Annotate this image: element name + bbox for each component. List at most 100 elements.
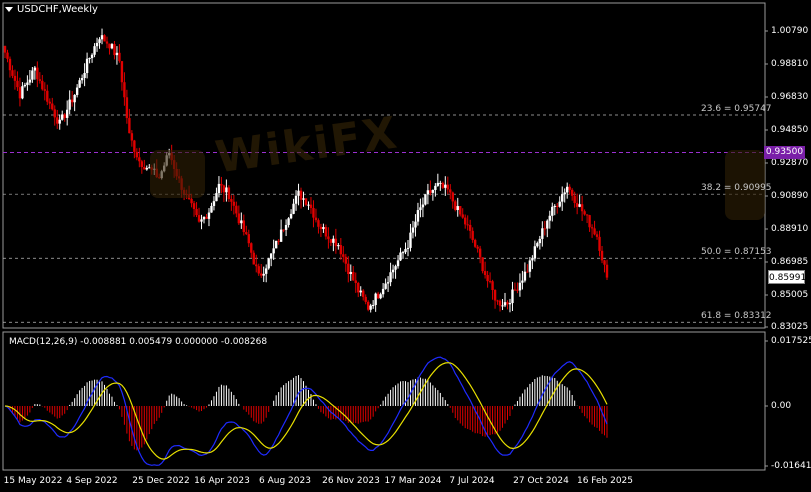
candle-body: [329, 239, 333, 243]
candle-body: [503, 302, 507, 306]
candle-body: [145, 167, 148, 170]
candle-body: [498, 300, 502, 306]
candle-body: [464, 217, 467, 225]
candle-body: [138, 157, 141, 162]
candle-body: [478, 248, 482, 258]
candle-body: [543, 228, 547, 230]
candle-body: [476, 246, 479, 249]
macd-panel-frame: [2, 331, 766, 471]
macd-tick: 0.00: [771, 401, 792, 411]
current-price-badge: 0.85991: [768, 270, 806, 284]
candle-body: [230, 199, 233, 202]
candle-body: [68, 99, 71, 110]
candle-body: [200, 219, 203, 222]
candle-body: [6, 52, 9, 59]
candle-body: [190, 198, 193, 204]
candle-body: [429, 190, 432, 193]
symbol-title[interactable]: USDCHF,Weekly: [5, 4, 98, 15]
candle-body: [314, 217, 318, 221]
candle-body: [46, 90, 49, 102]
fib-label: 38.2 = 0.90995: [701, 183, 772, 193]
candle-body: [282, 229, 285, 231]
macd-indicator-label[interactable]: MACD(12,26,9) -0.008881 0.005479 0.00000…: [9, 337, 267, 347]
dropdown-triangle-icon: [5, 6, 13, 12]
fib-label: 50.0 = 0.87153: [701, 247, 772, 257]
candle-body: [220, 183, 223, 186]
candle-body: [468, 224, 472, 231]
candle-body: [357, 282, 360, 293]
candle-body: [245, 232, 248, 235]
price-tick: 0.83025: [771, 322, 809, 332]
candle-body: [70, 99, 74, 103]
candle-body: [516, 289, 519, 291]
candle-body: [451, 192, 454, 202]
candle-body: [269, 253, 273, 259]
candle-body: [449, 189, 452, 193]
fib-label: 61.8 = 0.83312: [701, 311, 772, 321]
candle-body: [578, 204, 581, 207]
level-price-badge[interactable]: 0.93500: [764, 146, 805, 159]
candle-body: [255, 264, 258, 267]
candle-body: [593, 228, 596, 235]
time-tick: 15 May 2022: [3, 476, 63, 486]
candle-body: [466, 224, 469, 226]
candle-body: [491, 281, 494, 291]
candle-body: [36, 67, 39, 80]
candle-body: [558, 201, 561, 207]
macd-tick: -0.016419: [771, 461, 811, 471]
candle-body: [75, 87, 79, 95]
candle-body: [483, 271, 487, 275]
candle-body: [384, 283, 387, 289]
candle-body: [217, 183, 221, 194]
candle-body: [222, 185, 226, 193]
macd-line: [4, 356, 608, 466]
time-tick: 7 Jul 2024: [449, 476, 495, 486]
candle-body: [61, 114, 64, 120]
fib-label: 23.6 = 0.95747: [701, 104, 772, 114]
candle-body: [533, 246, 537, 259]
candle-body: [16, 80, 19, 88]
candle-body: [115, 52, 119, 56]
candle-body: [548, 215, 551, 221]
candle-body: [242, 220, 246, 233]
candle-body: [43, 89, 47, 91]
candle-body: [63, 114, 66, 118]
candle-body: [411, 227, 415, 233]
candle-body: [262, 273, 265, 276]
candle-body: [513, 289, 517, 291]
candle-body: [113, 44, 116, 56]
candle-body: [556, 205, 559, 207]
candle-body: [337, 245, 340, 247]
candle-body: [563, 192, 566, 195]
time-tick: 4 Sep 2022: [66, 476, 118, 486]
candle-body: [371, 304, 375, 306]
time-tick: 6 Aug 2023: [259, 476, 311, 486]
candle-body: [83, 73, 86, 79]
price-tick: 1.00790: [771, 26, 809, 36]
candle-body: [93, 46, 96, 55]
candle-body: [456, 206, 459, 211]
candle-body: [396, 260, 400, 267]
candle-body: [23, 84, 27, 87]
candle-body: [123, 82, 126, 98]
candle-body: [473, 239, 477, 247]
candle-body: [364, 296, 367, 302]
symbol-title-text: USDCHF,Weekly: [17, 4, 98, 15]
candle-body: [528, 260, 532, 272]
candle-body: [11, 70, 14, 76]
candle-body: [105, 41, 109, 44]
candle-body: [508, 303, 512, 305]
chart-canvas[interactable]: [0, 0, 811, 492]
candle-body: [120, 61, 124, 83]
candle-body: [108, 43, 111, 49]
candle-body: [605, 264, 609, 278]
candle-body: [454, 201, 457, 211]
candle-body: [297, 190, 300, 196]
candle-body: [292, 203, 295, 214]
candle-body: [521, 280, 524, 283]
candle-body: [289, 213, 293, 219]
candle-body: [496, 300, 499, 302]
candle-body: [493, 290, 497, 301]
candle-body: [41, 80, 44, 90]
candle-body: [128, 118, 131, 134]
